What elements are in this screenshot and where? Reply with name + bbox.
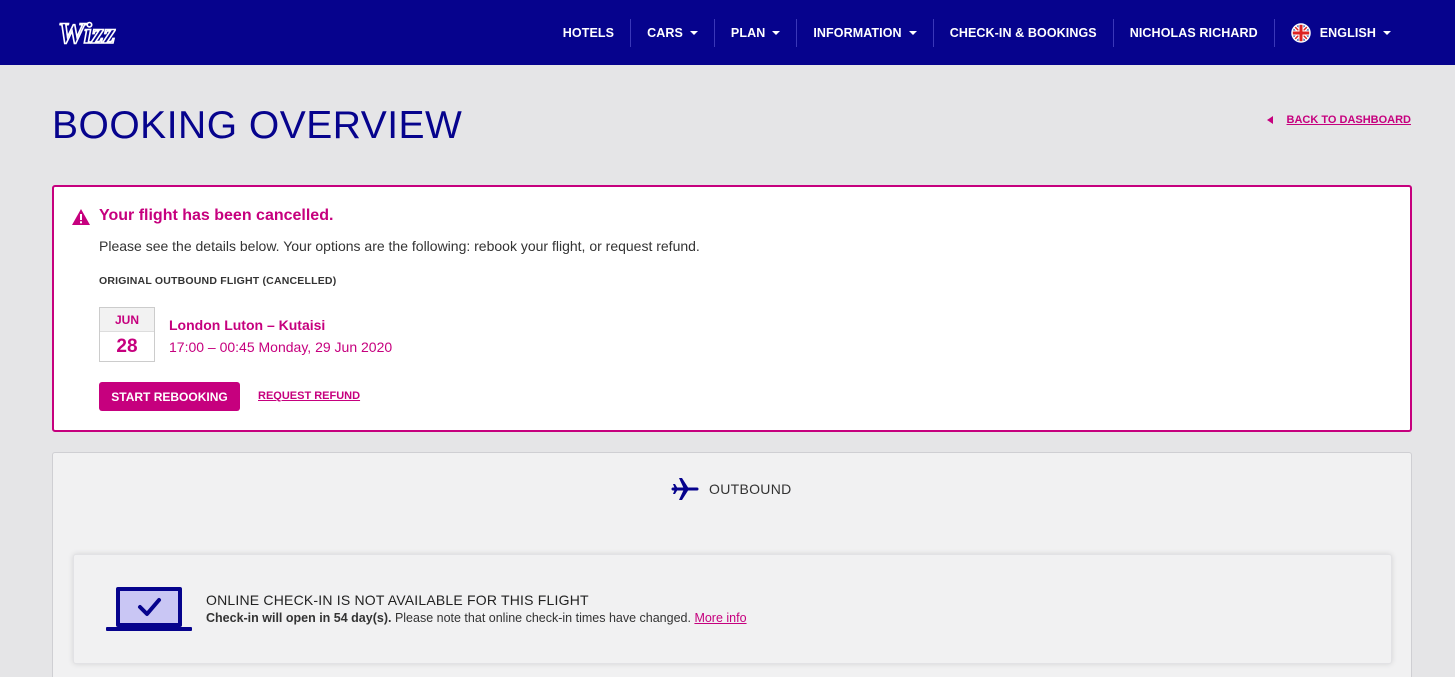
page-title: BOOKING OVERVIEW — [52, 104, 463, 147]
original-flight-label: ORIGINAL OUTBOUND FLIGHT (CANCELLED) — [99, 275, 337, 287]
more-info-link[interactable]: More info — [694, 611, 746, 625]
outbound-label: OUTBOUND — [709, 481, 792, 497]
caret-down-icon — [689, 30, 698, 35]
checkin-countdown: Check-in will open in 54 day(s). — [206, 611, 392, 625]
request-refund-link[interactable]: REQUEST REFUND — [258, 390, 360, 402]
checkin-info-text: Check-in will open in 54 day(s). Please … — [206, 611, 747, 625]
flight-date-month: JUN — [100, 308, 154, 332]
checkin-unavailable-title: ONLINE CHECK-IN IS NOT AVAILABLE FOR THI… — [206, 592, 589, 608]
nav-user-label: NICHOLAS RICHARD — [1129, 25, 1258, 40]
arrow-left-icon — [1266, 116, 1273, 124]
flight-route: London Luton – Kutaisi — [169, 317, 326, 333]
nav-checkin-label: CHECK-IN & BOOKINGS — [949, 25, 1097, 40]
nav-checkin-bookings[interactable]: CHECK-IN & BOOKINGS — [932, 18, 1113, 47]
top-nav-bar: Wizz HOTELS CARS PLAN INFORMATION CHECK-… — [0, 0, 1455, 65]
alert-message: Please see the details below. Your optio… — [99, 238, 700, 254]
caret-down-icon — [908, 30, 917, 35]
nav-cars[interactable]: CARS — [630, 18, 714, 47]
flight-date-day: 28 — [116, 336, 138, 357]
back-to-dashboard-link[interactable]: BACK TO DASHBOARD — [1266, 114, 1411, 126]
outbound-panel: OUTBOUND ONLINE CHECK-IN IS NOT AVAILABL… — [52, 452, 1412, 677]
nav-hotels[interactable]: HOTELS — [547, 19, 630, 47]
warning-icon — [72, 209, 90, 225]
laptop-check-icon — [106, 587, 192, 631]
flight-times: 17:00 – 00:45 Monday, 29 Jun 2020 — [169, 339, 393, 355]
nav-information[interactable]: INFORMATION — [796, 18, 932, 47]
main-nav: HOTELS CARS PLAN INFORMATION CHECK-IN & … — [547, 0, 1407, 65]
start-rebooking-button[interactable]: START REBOOKING — [99, 382, 240, 411]
outbound-header: OUTBOUND — [671, 475, 792, 503]
flight-cancelled-alert: Your flight has been cancelled. Please s… — [52, 185, 1412, 432]
wizz-logo[interactable]: Wizz — [56, 15, 138, 51]
back-link-label: BACK TO DASHBOARD — [1286, 114, 1411, 126]
nav-information-label: INFORMATION — [813, 25, 902, 40]
airplane-icon — [671, 478, 699, 500]
flight-date-badge: JUN 28 — [99, 307, 155, 362]
alert-title: Your flight has been cancelled. — [99, 207, 334, 224]
svg-text:Wizz: Wizz — [58, 17, 116, 50]
nav-language-selector[interactable]: ENGLISH — [1273, 18, 1407, 47]
nav-hotels-label: HOTELS — [562, 25, 615, 40]
nav-cars-label: CARS — [647, 25, 683, 40]
uk-flag-icon — [1290, 22, 1311, 43]
nav-user-account[interactable]: NICHOLAS RICHARD — [1112, 18, 1274, 47]
checkin-status-box: ONLINE CHECK-IN IS NOT AVAILABLE FOR THI… — [73, 554, 1392, 664]
nav-plan[interactable]: PLAN — [713, 18, 796, 47]
checkin-note: Please note that online check-in times h… — [391, 611, 695, 625]
nav-language-label: ENGLISH — [1319, 25, 1376, 40]
caret-down-icon — [772, 30, 781, 35]
caret-down-icon — [1383, 30, 1391, 35]
nav-plan-label: PLAN — [730, 25, 766, 40]
